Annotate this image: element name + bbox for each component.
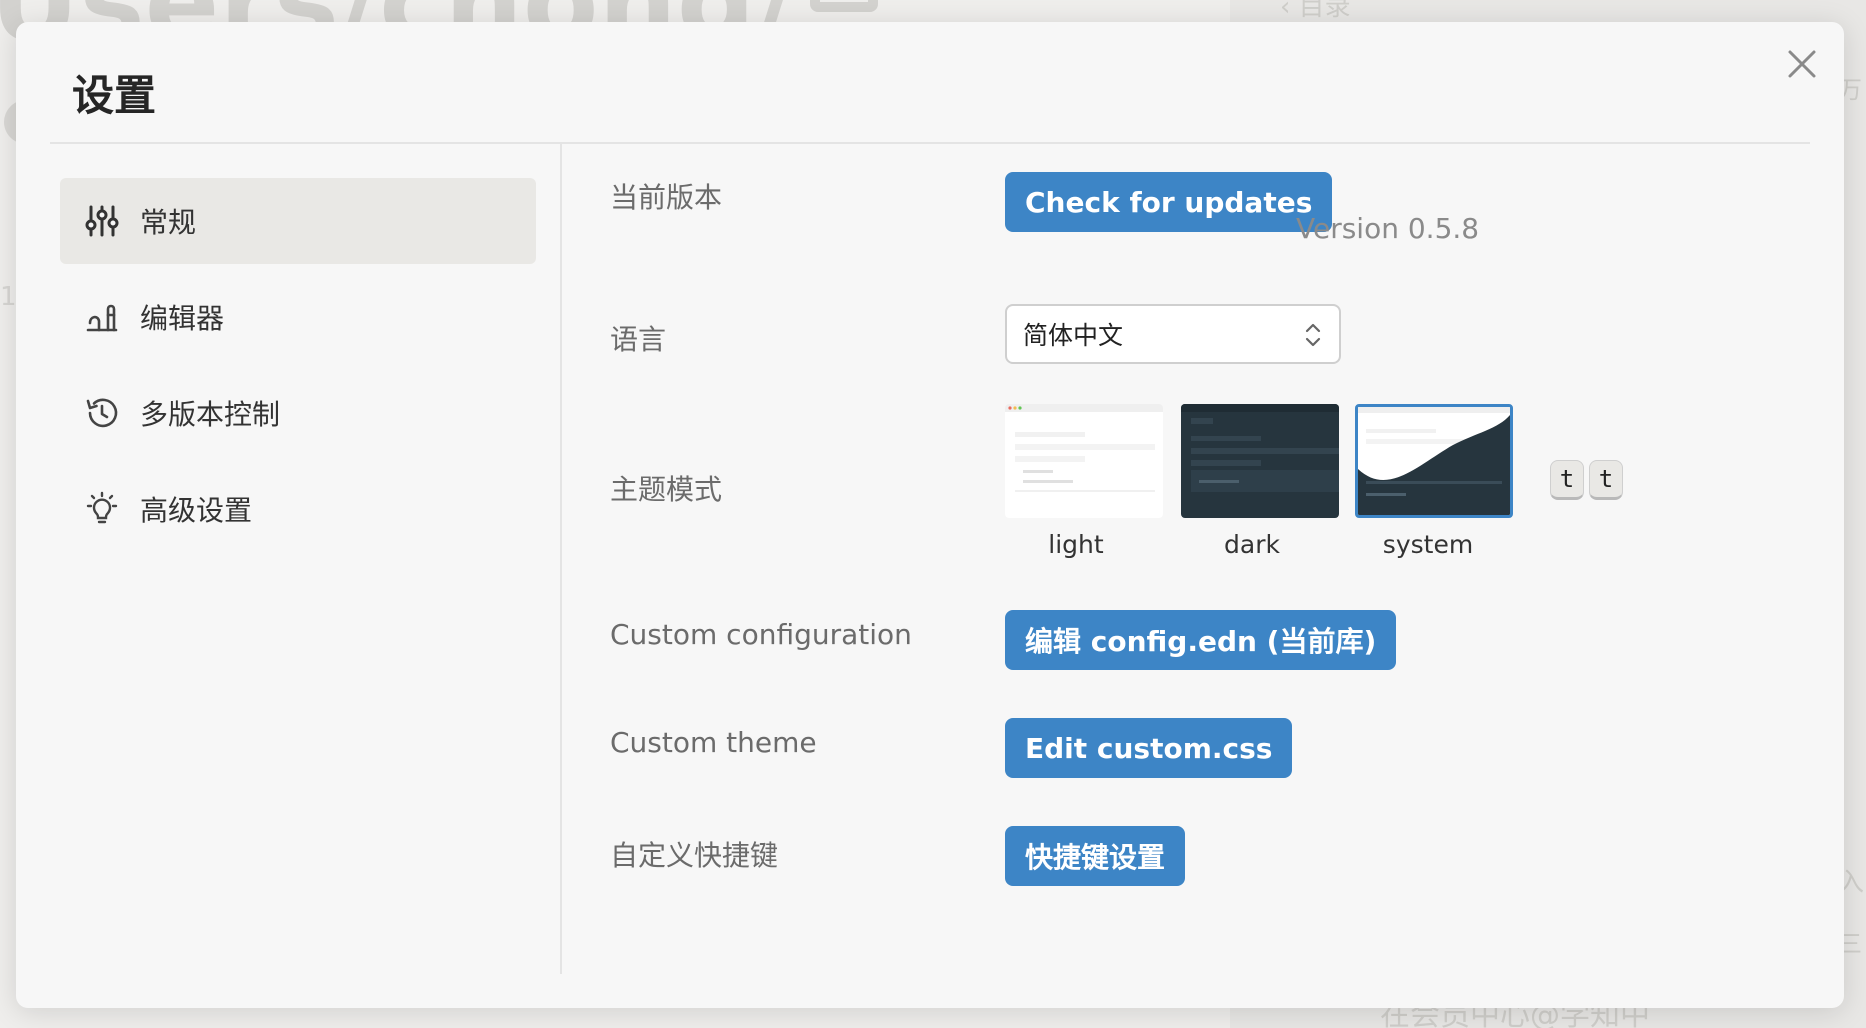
edit-custom-css-button[interactable]: Edit custom.css <box>1005 718 1293 778</box>
settings-modal: 设置 常规 编辑器 多版本控制 高级设置 当前版本 Check for upda… <box>16 22 1844 1008</box>
dark-theme-preview <box>1181 404 1339 518</box>
sidebar-item-label: 常规 <box>140 206 197 239</box>
edit-config-button[interactable]: 编辑 config.edn (当前库) <box>1005 610 1397 670</box>
custom-theme-label: Custom theme <box>610 726 817 759</box>
background-toc-header: ‹ 目录 <box>1280 0 1351 22</box>
theme-option-label: dark <box>1224 530 1280 559</box>
language-label: 语言 <box>610 323 667 356</box>
lightbulb-icon <box>82 489 122 529</box>
custom-config-label: Custom configuration <box>610 618 912 651</box>
sidebar-item-editor[interactable]: 编辑器 <box>60 274 536 360</box>
modal-title: 设置 <box>72 71 157 120</box>
sidebar-item-label: 编辑器 <box>140 302 225 335</box>
language-select[interactable]: 简体中文 <box>1005 304 1341 364</box>
shortcut-key: t <box>1550 460 1584 500</box>
background-doc-icon <box>809 0 878 12</box>
settings-sidebar: 常规 编辑器 多版本控制 高级设置 <box>60 178 536 562</box>
theme-label: 主题模式 <box>610 473 723 506</box>
header-divider <box>50 142 1810 144</box>
history-icon <box>82 393 122 433</box>
theme-option-label: system <box>1382 530 1474 559</box>
check-updates-button[interactable]: Check for updates <box>1005 172 1333 232</box>
select-arrows-icon <box>1303 320 1323 356</box>
version-text: Version 0.5.8 <box>1296 212 1480 245</box>
shortcut-settings-button[interactable]: 快捷键设置 <box>1005 826 1186 886</box>
version-label: 当前版本 <box>610 181 723 214</box>
sidebar-item-general[interactable]: 常规 <box>60 178 536 264</box>
theme-option-light[interactable] <box>1005 404 1163 518</box>
language-selected-value: 简体中文 <box>1023 321 1124 350</box>
theme-option-dark[interactable] <box>1181 404 1339 518</box>
close-button[interactable] <box>1782 44 1822 84</box>
editor-icon <box>82 297 122 337</box>
theme-option-system[interactable] <box>1355 404 1513 518</box>
sidebar-divider <box>560 144 562 974</box>
theme-option-label: light <box>1048 530 1104 559</box>
sidebar-item-advanced[interactable]: 高级设置 <box>60 466 536 552</box>
sidebar-item-label: 多版本控制 <box>140 398 281 431</box>
shortcuts-label: 自定义快捷键 <box>610 839 779 872</box>
system-theme-preview <box>1358 407 1510 515</box>
sidebar-item-version-control[interactable]: 多版本控制 <box>60 370 536 456</box>
light-theme-preview <box>1005 404 1163 518</box>
shortcut-key: t <box>1589 460 1623 500</box>
sliders-icon <box>82 201 122 241</box>
background-line-number: 1 <box>0 282 17 312</box>
close-icon <box>1788 50 1816 78</box>
sidebar-item-label: 高级设置 <box>140 494 253 527</box>
